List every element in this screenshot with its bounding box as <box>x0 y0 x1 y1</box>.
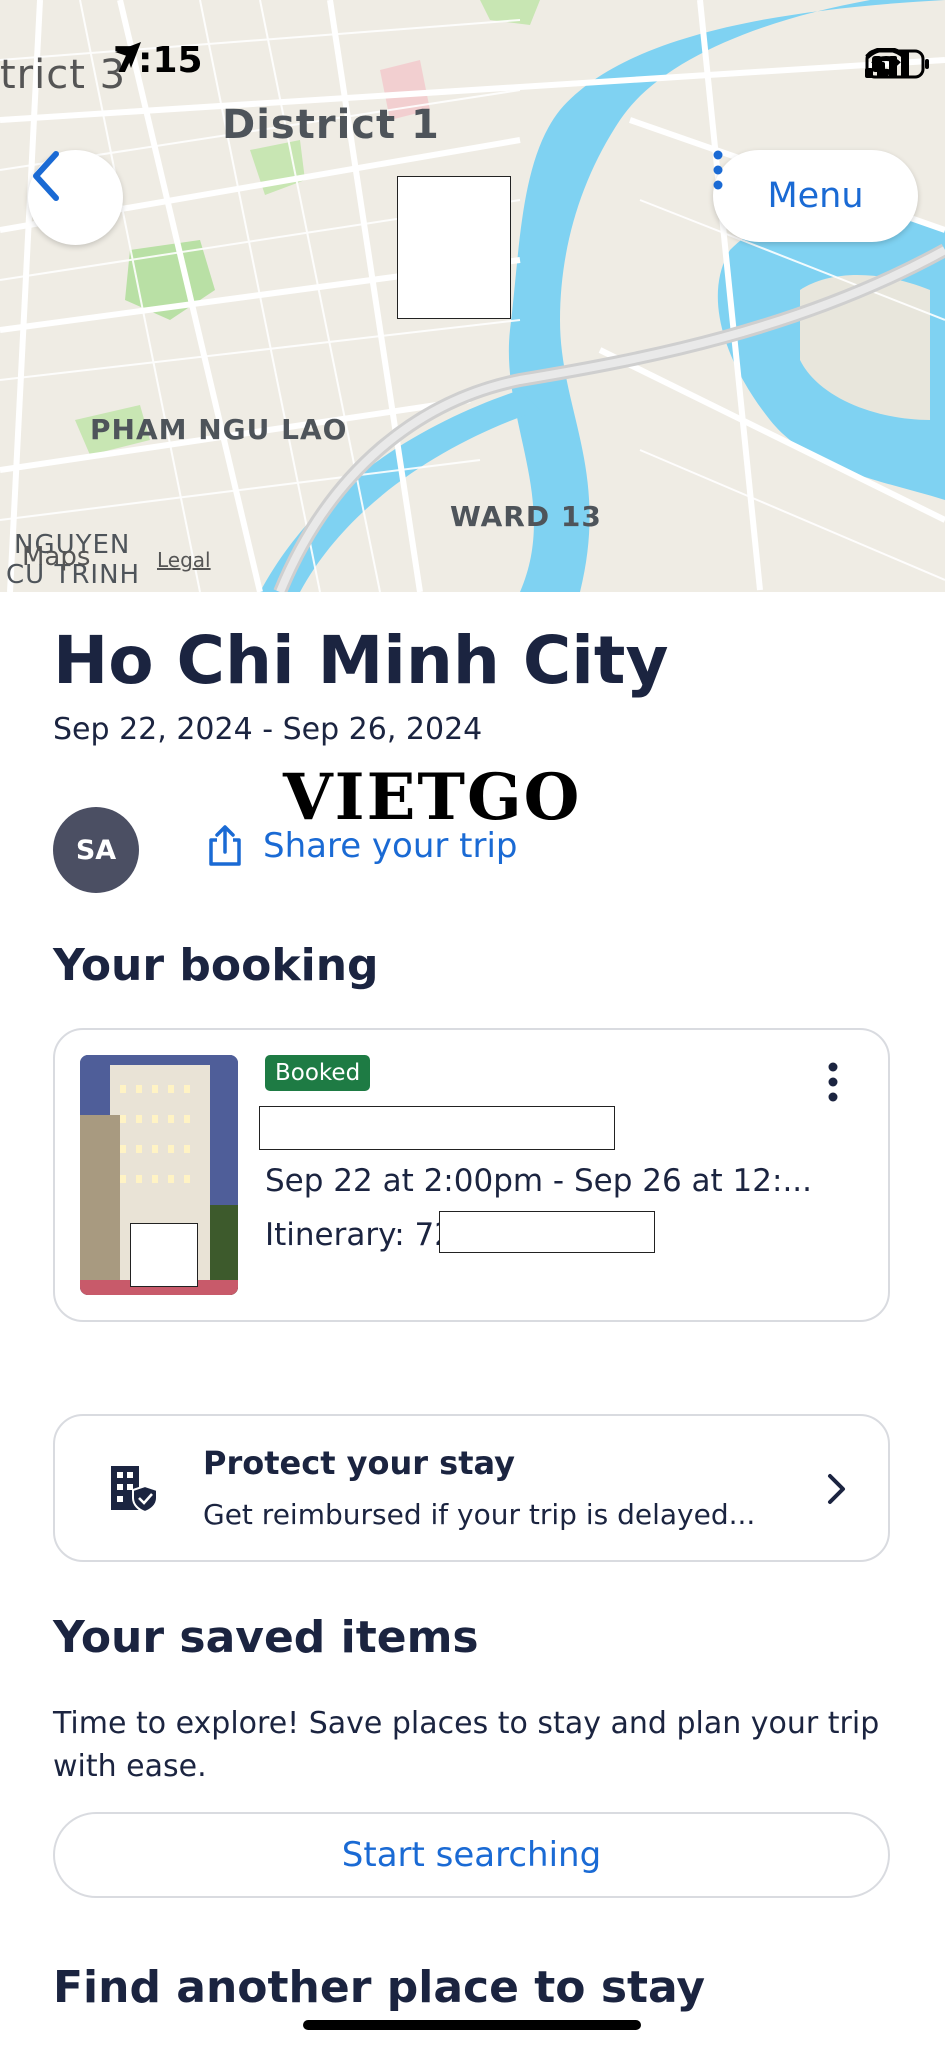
itinerary-redacted <box>439 1211 655 1253</box>
more-options-icon[interactable] <box>828 1062 838 1102</box>
chevron-left-icon <box>33 151 59 201</box>
find-stay-heading: Find another place to stay <box>53 1962 706 2013</box>
booking-card[interactable]: Booked Sep 22 at 2:00pm - Sep 26 at 12:.… <box>53 1028 890 1322</box>
legal-link[interactable]: Legal <box>157 548 211 572</box>
hotel-image <box>80 1055 238 1295</box>
building-shield-icon <box>111 1466 158 1514</box>
saved-items-description: Time to explore! Save places to stay and… <box>53 1706 880 1784</box>
map-label-district3: trict 3 <box>0 52 127 98</box>
more-vertical-icon <box>713 150 723 190</box>
trip-dates: Sep 22, 2024 - Sep 26, 2024 <box>53 712 483 747</box>
booking-dates: Sep 22 at 2:00pm - Sep 26 at 12:... <box>265 1163 813 1199</box>
hotel-logo-redacted <box>130 1223 198 1287</box>
saved-items-heading: Your saved items <box>53 1612 479 1663</box>
map-view[interactable]: trict 3 District 1 PHAM NGU LAO WARD 13 … <box>0 0 945 592</box>
share-trip-button[interactable]: Share your trip <box>207 824 518 868</box>
menu-button[interactable]: Menu <box>713 150 918 242</box>
page-title: Ho Chi Minh City <box>53 622 669 699</box>
protect-stay-card[interactable]: Protect your stay Get reimbursed if your… <box>53 1414 890 1562</box>
map-label-ward13: WARD 13 <box>450 500 602 533</box>
share-trip-label: Share your trip <box>263 826 518 866</box>
status-badge: Booked <box>265 1055 371 1091</box>
avatar-initials: SA <box>75 834 117 866</box>
location-arrow-icon <box>115 42 141 68</box>
protect-title: Protect your stay <box>203 1444 515 1482</box>
map-pin-redacted <box>397 176 511 319</box>
home-indicator[interactable] <box>303 2020 641 2030</box>
maps-attribution: Maps <box>22 542 91 572</box>
menu-label: Menu <box>767 176 864 216</box>
hotel-name-redacted <box>259 1106 615 1150</box>
status-time: 7:15 <box>113 40 203 81</box>
protect-subtitle: Get reimbursed if your trip is delayed..… <box>203 1498 756 1531</box>
itinerary-number: Itinerary: 72 <box>265 1217 454 1253</box>
chevron-right-icon <box>828 1474 845 1504</box>
share-icon <box>209 825 241 866</box>
battery-icon <box>865 49 929 79</box>
start-searching-button[interactable]: Start searching <box>53 1812 890 1898</box>
map-label-district1: District 1 <box>222 102 440 148</box>
back-button[interactable] <box>28 150 123 245</box>
booking-heading: Your booking <box>53 940 379 991</box>
start-searching-label: Start searching <box>341 1835 602 1875</box>
map-label-pham-ngu-lao: PHAM NGU LAO <box>90 413 348 446</box>
avatar[interactable]: SA <box>53 807 139 893</box>
